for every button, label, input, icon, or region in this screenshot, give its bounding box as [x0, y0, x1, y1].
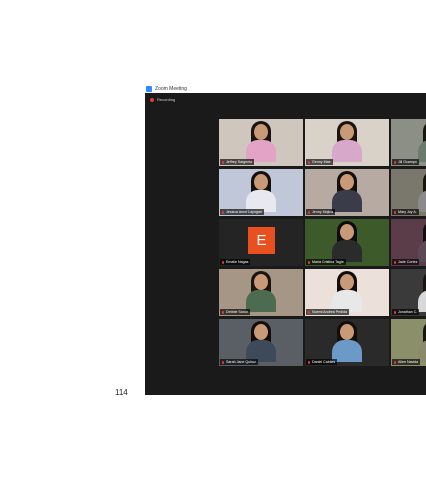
window-titlebar: Zoom Meeting — [145, 84, 426, 93]
participant-video — [332, 221, 362, 262]
participant-name: Jenny Mojica — [312, 210, 333, 214]
muted-mic-icon — [308, 210, 310, 214]
participant-name: Jessica Anne Layugan — [226, 210, 262, 214]
window-title: Zoom Meeting — [155, 85, 187, 92]
muted-mic-icon — [308, 310, 310, 314]
muted-mic-icon — [394, 260, 396, 264]
participant-tile[interactable]: E Emalie Nagas — [219, 219, 303, 266]
participant-name-tag: Noemi Andrea Pedida — [306, 309, 349, 315]
participant-tile[interactable]: Genny Mae — [305, 119, 389, 166]
participant-tile[interactable]: Mary Joy A. — [391, 169, 426, 216]
participant-name: Genny Mae — [312, 160, 331, 164]
muted-mic-icon — [308, 160, 310, 164]
recording-label: Recording — [157, 97, 176, 102]
participant-video — [332, 271, 362, 312]
muted-mic-icon — [308, 260, 310, 264]
muted-mic-icon — [222, 360, 224, 364]
participant-name-tag: Jonathan C. — [392, 309, 420, 315]
record-dot-icon — [150, 97, 154, 102]
participant-name-tag: Jeffrey Sargento — [220, 159, 255, 165]
participant-video — [246, 321, 276, 362]
participant-name-tag: Sarah Jane Quiroz — [220, 359, 258, 365]
participant-name: Emalie Nagas — [226, 260, 249, 264]
participant-video — [332, 171, 362, 212]
participant-video — [418, 121, 426, 162]
participant-name-tag: Jenny Mojica — [306, 209, 335, 215]
muted-mic-icon — [394, 310, 396, 314]
participant-tile[interactable]: Jessica Anne Layugan — [219, 169, 303, 216]
participant-name: Jade Cortez — [398, 260, 418, 264]
participant-video — [332, 321, 362, 362]
participant-name-tag: Jill Ocampo — [392, 159, 419, 165]
muted-mic-icon — [222, 310, 224, 314]
participant-tile[interactable]: Sarah Jane Quiroz — [219, 319, 303, 366]
participant-video — [332, 121, 362, 162]
participant-name: Mary Joy A. — [398, 210, 417, 214]
participant-avatar: E — [248, 227, 275, 254]
recording-indicator[interactable]: Recording — [150, 97, 175, 102]
muted-mic-icon — [222, 210, 224, 214]
participant-tile[interactable]: Maria Cristina Tagle — [305, 219, 389, 266]
participant-tile[interactable]: Debbie Sarun — [219, 269, 303, 316]
participant-video — [418, 321, 426, 362]
participant-name-tag: Genny Mae — [306, 159, 333, 165]
muted-mic-icon — [222, 260, 224, 264]
participant-tile[interactable]: Jade Cortez — [391, 219, 426, 266]
participant-video — [418, 271, 426, 312]
participant-name-tag: Debbie Sarun — [220, 309, 250, 315]
participant-name: Jeffrey Sargento — [226, 160, 253, 164]
meeting-window: Recording Jeffrey Sargento Genny Mae Jill … — [145, 93, 426, 395]
participant-tile[interactable]: Daniel Cabiles — [305, 319, 389, 366]
participant-name-tag: Allen Navida — [392, 359, 421, 365]
participant-name: Jonathan C. — [398, 310, 418, 314]
participant-tile[interactable]: Jill Ocampo — [391, 119, 426, 166]
participant-tile[interactable]: Allen Navida — [391, 319, 426, 366]
participant-name-tag: Jade Cortez — [392, 259, 420, 265]
zoom-app-icon — [146, 85, 152, 92]
page-number: 114 — [115, 388, 128, 397]
participant-tile[interactable]: Jenny Mojica — [305, 169, 389, 216]
participant-name: Maria Cristina Tagle — [312, 260, 344, 264]
participant-tile[interactable]: Jonathan C. — [391, 269, 426, 316]
participant-name: Debbie Sarun — [226, 310, 248, 314]
muted-mic-icon — [394, 210, 396, 214]
participant-name-tag: Jessica Anne Layugan — [220, 209, 264, 215]
participant-tile[interactable]: Jeffrey Sargento — [219, 119, 303, 166]
participant-video — [246, 271, 276, 312]
participant-name-tag: Daniel Cabiles — [306, 359, 338, 365]
participant-video — [246, 171, 276, 212]
participant-name-tag: Emalie Nagas — [220, 259, 251, 265]
participant-tile[interactable]: Noemi Andrea Pedida — [305, 269, 389, 316]
participant-video — [418, 171, 426, 212]
participant-name: Jill Ocampo — [398, 160, 417, 164]
muted-mic-icon — [394, 360, 396, 364]
participant-name: Sarah Jane Quiroz — [226, 360, 256, 364]
participant-video — [246, 121, 276, 162]
participant-name-tag: Maria Cristina Tagle — [306, 259, 346, 265]
muted-mic-icon — [308, 360, 310, 364]
participant-name: Daniel Cabiles — [312, 360, 336, 364]
participant-name: Allen Navida — [398, 360, 419, 364]
participant-name: Noemi Andrea Pedida — [312, 310, 347, 314]
participant-name-tag: Mary Joy A. — [392, 209, 419, 215]
muted-mic-icon — [222, 160, 224, 164]
participant-video — [418, 221, 426, 262]
muted-mic-icon — [394, 160, 396, 164]
